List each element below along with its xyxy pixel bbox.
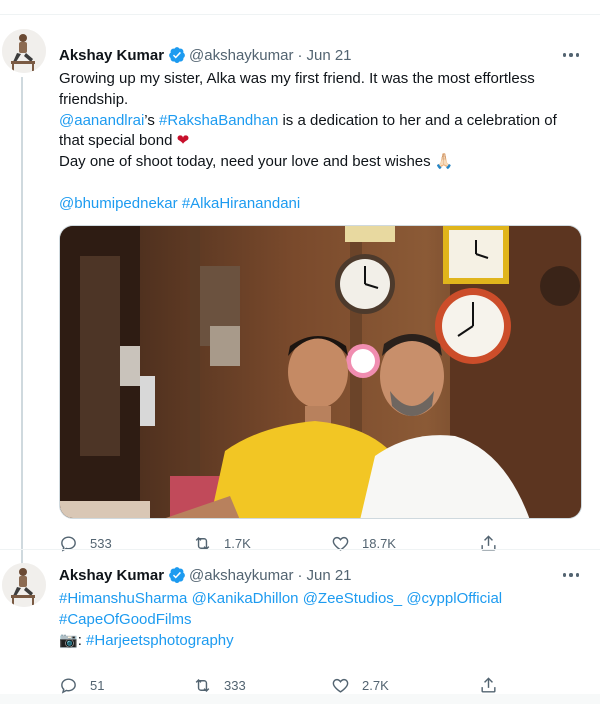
tweet-date[interactable]: Jun 21 [306,47,351,64]
like-button[interactable]: 18.7K [331,534,396,553]
verified-badge-icon [169,47,185,63]
heart-icon [332,536,349,551]
like-button[interactable]: 2.7K [331,676,389,695]
retweet-button[interactable]: 1.7K [193,534,251,553]
share-icon [481,535,496,551]
heart-emoji-icon: ❤ [176,132,190,150]
reply-icon [61,536,76,552]
mention-link[interactable]: @KanikaDhillon [192,590,299,607]
reply-button[interactable]: 51 [59,676,104,695]
text-fragment: Day one of shoot today, need your love a… [59,153,435,171]
tweet-text: #HimanshuSharma @KanikaDhillon @ZeeStudi… [59,589,584,651]
mention-link[interactable]: @bhumipednekar [59,195,178,212]
hashtag-link[interactable]: #HimanshuSharma [59,590,187,607]
tweet-actions: 533 1.7K 18.7K [59,534,499,554]
more-options-icon[interactable] [560,45,582,65]
reply-icon [61,678,76,694]
avatar[interactable] [2,563,46,607]
mention-link[interactable]: @ZeeStudios_ [303,590,402,607]
retweet-count: 333 [224,678,246,693]
mention-link[interactable]: @cypplOfficial [406,590,502,607]
tweet-header: Akshay Kumar @akshaykumar · Jun 21 [59,45,352,65]
profile-photo-icon [2,563,46,607]
hashtag-link[interactable]: #AlkaHiranandani [182,195,300,212]
author-handle[interactable]: @akshaykumar [189,47,293,64]
divider [0,549,600,550]
hashtag-link[interactable]: #RakshaBandhan [159,112,278,129]
text-paragraph: #HimanshuSharma @KanikaDhillon @ZeeStudi… [59,589,584,610]
author-handle[interactable]: @akshaykumar [189,567,293,584]
avatar[interactable] [2,29,46,73]
profile-photo-icon [2,29,46,73]
retweet-icon [195,536,210,551]
thread-line [21,77,23,573]
photo-two-men-clock-wall-icon [60,226,581,518]
text-fragment: : [77,631,87,649]
tweet-header: Akshay Kumar @akshaykumar · Jun 21 [59,565,352,585]
text-paragraph: Growing up my sister, Alka was my first … [59,70,535,108]
tweet-text: Growing up my sister, Alka was my first … [59,69,584,215]
text-paragraph: 📷: #Harjeetsphotography [59,631,584,652]
share-button[interactable] [479,676,510,695]
camera-emoji-icon: 📷 [59,631,78,649]
tweet-actions: 51 333 2.7K [59,676,499,696]
author-name[interactable]: Akshay Kumar [59,47,164,64]
separator: · [297,46,303,64]
hashtag-link[interactable]: #Harjeetsphotography [86,632,234,649]
text-paragraph: #CapeOfGoodFilms [59,610,584,631]
hashtag-link[interactable]: #CapeOfGoodFilms [59,611,192,628]
text-paragraph: Day one of shoot today, need your love a… [59,152,584,173]
reply-button[interactable]: 533 [59,534,112,553]
like-count: 2.7K [362,678,389,693]
author-name[interactable]: Akshay Kumar [59,567,164,584]
share-icon [481,677,496,693]
text-paragraph: @aanandlrai’s #RakshaBandhan is a dedica… [59,111,584,153]
timeline: Akshay Kumar @akshaykumar · Jun 21 Growi… [0,14,600,704]
heart-icon [332,678,349,693]
verified-badge-icon [169,567,185,583]
text-fragment: ’s [144,111,160,129]
share-button[interactable] [479,534,510,553]
tweet-date[interactable]: Jun 21 [306,567,351,584]
tweet-media-photo[interactable] [59,225,582,519]
separator: · [297,566,303,584]
pray-emoji-icon: 🙏🏻 [434,153,454,171]
text-paragraph: @bhumipednekar #AlkaHiranandani [59,194,584,215]
retweet-icon [195,678,210,693]
mention-link[interactable]: @aanandlrai [59,112,144,129]
more-options-icon[interactable] [560,565,582,585]
reply-count: 51 [90,678,105,693]
bottom-spacer [0,694,600,704]
retweet-button[interactable]: 333 [193,676,246,695]
